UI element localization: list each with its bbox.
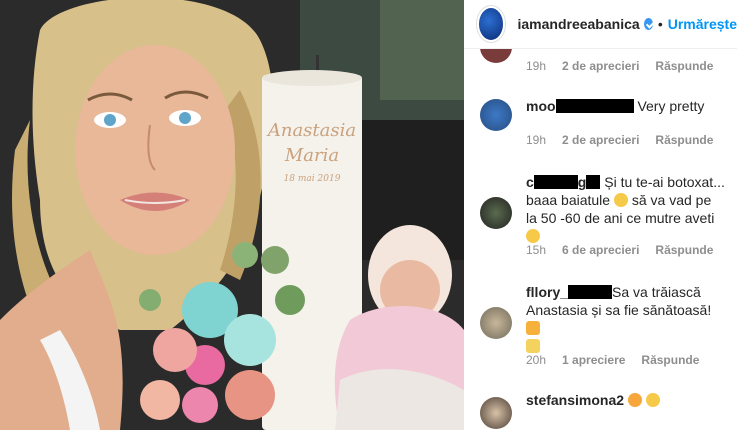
author-avatar[interactable] (477, 6, 506, 42)
reply-button[interactable]: Răspunde (655, 243, 713, 257)
comments-panel: iamandreeabanica • Urmărește 19h 2 de ap… (464, 0, 737, 430)
comment-text: moo Very pretty (526, 97, 726, 115)
redaction (533, 175, 578, 189)
commenter-avatar[interactable] (480, 49, 512, 63)
commenter-username[interactable]: c (526, 174, 534, 190)
comment-item: cg Și tu te-ai botoxat... baaa baiatule … (464, 173, 737, 273)
comment-item: fllory_ Sa va trăiască Anastasia și sa fi… (464, 283, 737, 373)
praying-hands-emoji-icon (526, 321, 540, 335)
comment-time: 19h (526, 133, 547, 147)
post-photo[interactable]: Anastasia Maria 18 mai 2019 (0, 0, 464, 430)
reply-button[interactable]: Răspunde (641, 353, 699, 367)
bouquet-emoji-icon (526, 339, 540, 353)
comment-text: stefansimona2 (526, 391, 726, 409)
heart-eyes-emoji-icon (645, 393, 660, 407)
laughing-emoji-icon (613, 193, 628, 207)
comment-time: 15h (526, 243, 547, 257)
commenter-avatar[interactable] (480, 397, 512, 429)
comment-time: 19h (526, 59, 547, 73)
laughing-emoji-icon (526, 229, 540, 243)
commenter-username[interactable]: fllory_ (526, 284, 568, 300)
comment-meta: 19h 2 de aprecieri Răspunde (526, 59, 713, 73)
commenter-avatar[interactable] (480, 307, 512, 339)
comment-time: 20h (526, 353, 547, 367)
comment-content: Very pretty (633, 98, 705, 114)
candle-date: 18 mai 2019 (283, 174, 341, 184)
comment-likes[interactable]: 2 de aprecieri (562, 133, 639, 147)
commenter-username[interactable]: moo (526, 98, 556, 114)
comment-item: 19h 2 de aprecieri Răspunde (464, 49, 737, 81)
header-separator: • (657, 16, 663, 32)
commenter-username[interactable]: stefansimona2 (526, 392, 624, 408)
comment-likes[interactable]: 1 apreciere (562, 353, 625, 367)
candle-name-2: Maria (284, 145, 340, 166)
reply-button[interactable]: Răspunde (655, 59, 713, 73)
kiss-emoji-icon (627, 393, 642, 407)
candle-text: Anastasia Maria 18 mai 2019 (262, 120, 362, 184)
photo-illustration (0, 0, 464, 430)
post-header: iamandreeabanica • Urmărește (464, 0, 737, 49)
reply-button[interactable]: Răspunde (655, 133, 713, 147)
author-username[interactable]: iamandreeabanica (517, 16, 639, 32)
verified-badge-icon (643, 18, 653, 30)
comment-item: moo Very pretty 19h 2 de aprecieri Răspu… (464, 91, 737, 151)
comment-text: fllory_ Sa va trăiască Anastasia și sa fi… (526, 283, 726, 355)
candle-name-1: Anastasia (267, 120, 357, 141)
redaction (586, 175, 601, 189)
comment-meta: 19h 2 de aprecieri Răspunde (526, 133, 713, 147)
comment-item: stefansimona2 (464, 391, 737, 430)
comment-list[interactable]: 19h 2 de aprecieri Răspunde moo Very pre… (464, 49, 737, 430)
comment-text: cg Și tu te-ai botoxat... baaa baiatule … (526, 173, 726, 245)
redaction (568, 285, 613, 299)
comment-meta: 15h 6 de aprecieri Răspunde (526, 243, 713, 257)
comment-meta: 20h 1 apreciere Răspunde (526, 353, 699, 367)
follow-button[interactable]: Urmărește (668, 16, 737, 32)
comment-likes[interactable]: 6 de aprecieri (562, 243, 639, 257)
commenter-avatar[interactable] (480, 197, 512, 229)
comment-likes[interactable]: 2 de aprecieri (562, 59, 639, 73)
redaction (555, 99, 634, 113)
commenter-avatar[interactable] (480, 99, 512, 131)
